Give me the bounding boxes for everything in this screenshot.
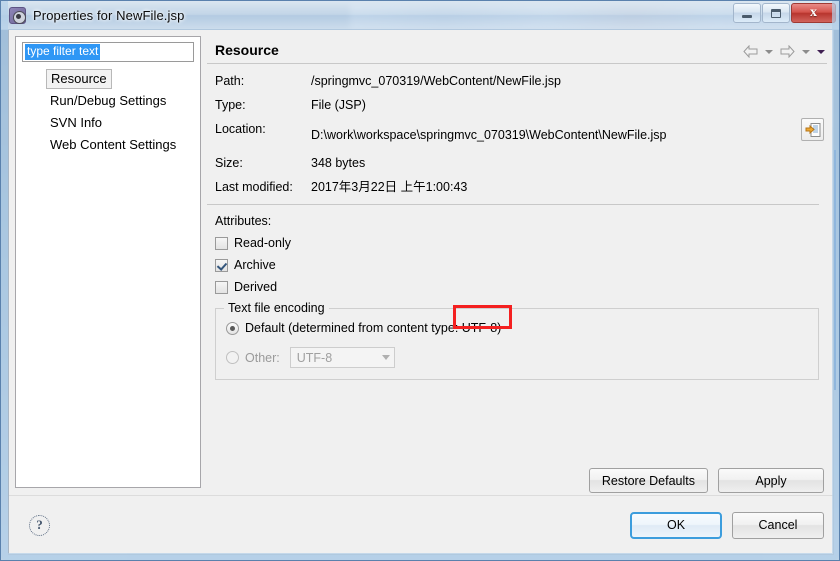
dialog-body: type filter text Resource Run/Debug Sett… — [8, 30, 834, 555]
text-file-encoding-group: Text file encoding Default (determined f… — [215, 301, 819, 380]
ok-button[interactable]: OK — [630, 511, 722, 539]
page-navigation — [743, 42, 825, 58]
resource-page: Resource Path: /springmvc_070319/WebCont… — [207, 36, 827, 495]
restore-icon — [771, 8, 781, 18]
type-value: File (JSP) — [311, 98, 366, 112]
minimize-icon — [742, 14, 752, 18]
sidebar-item-run-debug-settings[interactable]: Run/Debug Settings — [46, 91, 170, 111]
checkbox-icon — [215, 236, 228, 250]
search-input[interactable]: type filter text — [22, 42, 194, 62]
tree-row: Web Content Settings — [46, 135, 200, 157]
property-row-last-modified: Last modified: 2017年3月22日 上午1:00:43 — [215, 180, 827, 194]
apply-button[interactable]: Apply — [718, 468, 824, 493]
radio-default-encoding[interactable]: Default (determined from content type: U… — [226, 321, 808, 335]
settings-tree: Resource Run/Debug Settings SVN Info Web… — [16, 69, 200, 157]
dialog-footer: ? OK Cancel — [9, 496, 833, 554]
location-value: D:\work\workspace\springmvc_070319\WebCo… — [311, 128, 667, 142]
checkbox-label: Derived — [234, 280, 278, 294]
window-controls: x — [732, 3, 836, 23]
filter-area: type filter text — [16, 37, 200, 62]
path-value: /springmvc_070319/WebContent/NewFile.jsp — [311, 74, 561, 88]
open-external-file-icon — [805, 122, 820, 137]
title-bar[interactable]: Properties for NewFile.jsp x — [1, 1, 839, 30]
radio-selected-icon — [226, 321, 239, 335]
filter-input-value: type filter text — [25, 43, 101, 61]
page-action-buttons: Restore Defaults Apply — [588, 468, 824, 493]
chevron-down-icon[interactable] — [765, 49, 773, 54]
checkbox-icon — [215, 280, 228, 294]
path-label: Path: — [215, 74, 245, 88]
tree-row: Resource — [46, 69, 200, 91]
properties-dialog-window: Properties for NewFile.jsp x type filter… — [0, 0, 840, 561]
chevron-down-icon — [381, 355, 390, 360]
attributes-label: Attributes: — [215, 214, 272, 228]
close-button[interactable]: x — [791, 3, 836, 23]
sidebar-item-web-content-settings[interactable]: Web Content Settings — [46, 135, 180, 155]
properties-gear-icon — [9, 6, 26, 24]
size-value: 348 bytes — [311, 156, 366, 170]
radio-label: Other: — [245, 350, 280, 365]
sidebar-item-resource[interactable]: Resource — [46, 69, 112, 89]
type-label: Type: — [215, 98, 246, 112]
open-external-file-button[interactable] — [801, 118, 824, 141]
checkbox-label: Archive — [234, 258, 276, 272]
minimize-button[interactable] — [733, 3, 761, 23]
page-header: Resource — [207, 36, 827, 58]
size-label: Size: — [215, 156, 243, 170]
sidebar-item-svn-info[interactable]: SVN Info — [46, 113, 106, 133]
page-title: Resource — [215, 42, 279, 58]
checkbox-archive[interactable]: Archive — [215, 258, 827, 272]
last-modified-value: 2017年3月22日 上午1:00:43 — [311, 180, 468, 194]
settings-tree-panel: type filter text Resource Run/Debug Sett… — [15, 36, 201, 488]
checkbox-label: Read-only — [234, 236, 291, 250]
last-modified-label: Last modified: — [215, 180, 293, 194]
arrow-left-icon[interactable] — [743, 45, 758, 58]
window-title: Properties for NewFile.jsp — [33, 7, 185, 23]
radio-label: Default (determined from content type: U… — [245, 321, 502, 335]
chevron-down-icon[interactable] — [802, 49, 810, 54]
footer-buttons: OK Cancel — [630, 511, 824, 539]
tree-row: SVN Info — [46, 113, 200, 135]
checkbox-derived[interactable]: Derived — [215, 280, 827, 294]
attributes-divider — [207, 204, 819, 205]
radio-icon — [226, 351, 239, 364]
checkbox-read-only[interactable]: Read-only — [215, 236, 827, 250]
encoding-dropdown[interactable]: UTF-8 — [289, 347, 395, 368]
property-row-size: Size: 348 bytes — [215, 156, 827, 170]
help-icon[interactable]: ? — [29, 514, 50, 536]
checkbox-checked-icon — [215, 258, 228, 272]
property-row-location: Location: D:\work\workspace\springmvc_07… — [215, 122, 827, 142]
maximize-restore-button[interactable] — [762, 3, 790, 23]
chevron-down-filled-icon[interactable] — [817, 49, 825, 54]
encoding-dropdown-value: UTF-8 — [296, 350, 333, 365]
resource-properties: Path: /springmvc_070319/WebContent/NewFi… — [207, 64, 827, 194]
cancel-button[interactable]: Cancel — [732, 511, 824, 539]
property-row-type: Type: File (JSP) — [215, 98, 827, 112]
location-label: Location: — [215, 122, 266, 136]
group-legend: Text file encoding — [224, 301, 329, 315]
property-row-path: Path: /springmvc_070319/WebContent/NewFi… — [215, 74, 827, 88]
tree-row: Run/Debug Settings — [46, 91, 200, 113]
radio-other-encoding[interactable]: Other: UTF-8 — [226, 347, 808, 368]
dialog-upper-area: type filter text Resource Run/Debug Sett… — [9, 30, 833, 495]
arrow-right-icon[interactable] — [780, 45, 795, 58]
close-icon: x — [810, 5, 817, 20]
restore-defaults-button[interactable]: Restore Defaults — [588, 468, 708, 493]
